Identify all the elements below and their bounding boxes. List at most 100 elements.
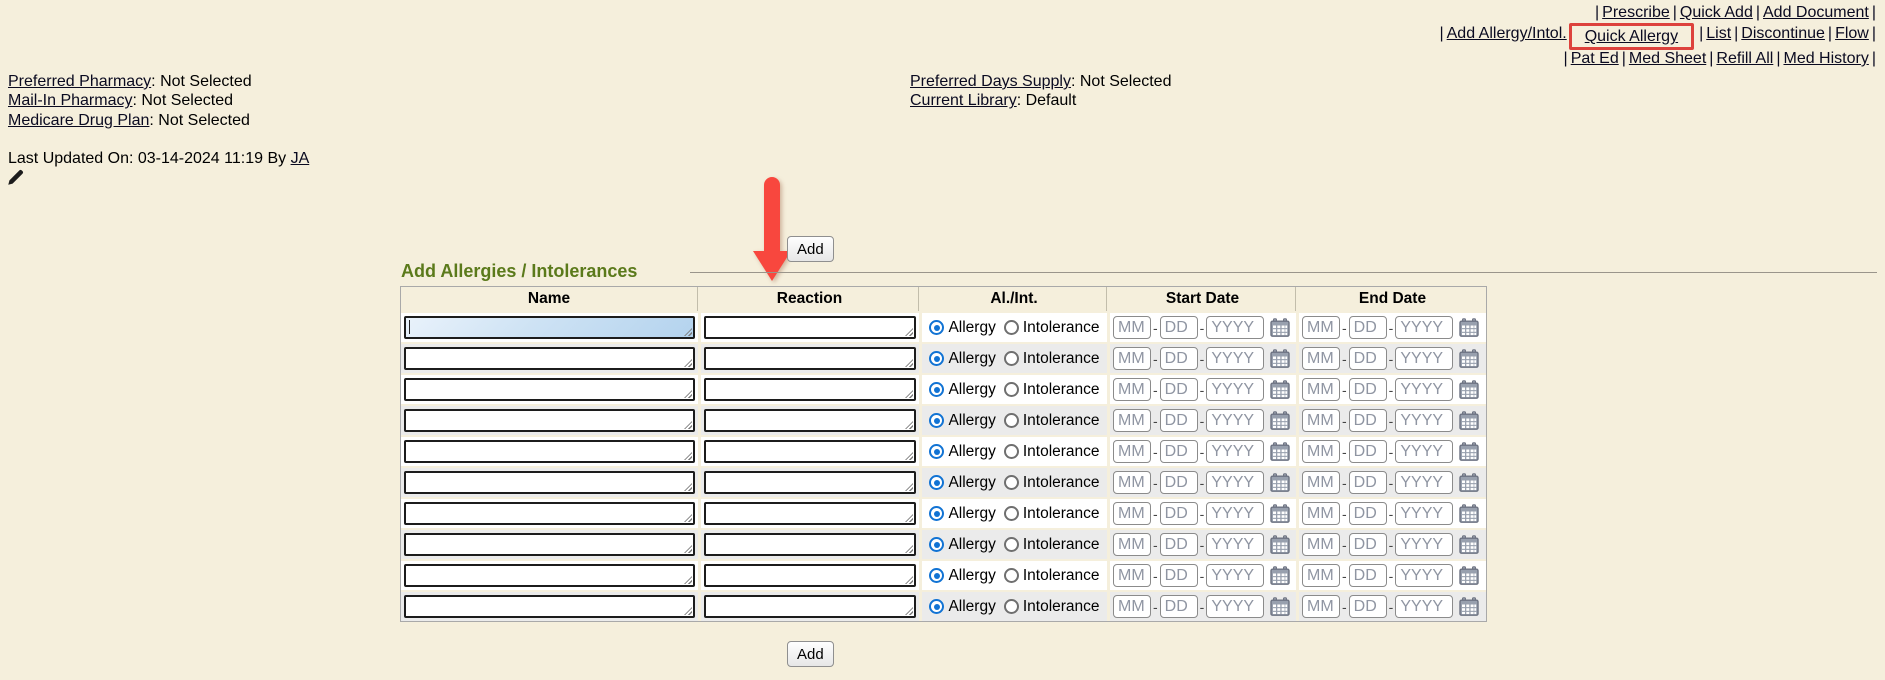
resize-grip-icon[interactable] <box>684 545 692 553</box>
calendar-icon[interactable] <box>1459 597 1479 616</box>
nav-link-add-document[interactable]: Add Document <box>1763 4 1869 21</box>
end-year-input[interactable] <box>1395 347 1453 370</box>
calendar-icon[interactable] <box>1270 380 1290 399</box>
start-day-input[interactable] <box>1160 502 1198 525</box>
resize-grip-icon[interactable] <box>905 514 913 522</box>
resize-grip-icon[interactable] <box>905 328 913 336</box>
end-month-input[interactable] <box>1302 533 1340 556</box>
start-day-input[interactable] <box>1160 533 1198 556</box>
calendar-icon[interactable] <box>1459 473 1479 492</box>
start-day-input[interactable] <box>1160 595 1198 618</box>
resize-grip-icon[interactable] <box>684 514 692 522</box>
start-month-input[interactable] <box>1113 409 1151 432</box>
nav-link-med-sheet[interactable]: Med Sheet <box>1629 50 1706 67</box>
start-day-input[interactable] <box>1160 409 1198 432</box>
resize-grip-icon[interactable] <box>684 576 692 584</box>
calendar-icon[interactable] <box>1459 318 1479 337</box>
resize-grip-icon[interactable] <box>905 576 913 584</box>
info-link-preferred-pharmacy[interactable]: Preferred Pharmacy <box>8 73 151 90</box>
resize-grip-icon[interactable] <box>905 607 913 615</box>
reaction-input[interactable] <box>704 471 916 494</box>
resize-grip-icon[interactable] <box>684 483 692 491</box>
end-year-input[interactable] <box>1395 471 1453 494</box>
end-day-input[interactable] <box>1349 502 1387 525</box>
end-day-input[interactable] <box>1349 316 1387 339</box>
end-day-input[interactable] <box>1349 533 1387 556</box>
reaction-input[interactable] <box>704 347 916 370</box>
reaction-input[interactable] <box>704 564 916 587</box>
end-day-input[interactable] <box>1349 347 1387 370</box>
intolerance-radio[interactable] <box>1004 506 1019 521</box>
start-month-input[interactable] <box>1113 316 1151 339</box>
calendar-icon[interactable] <box>1270 597 1290 616</box>
allergy-name-input[interactable] <box>404 533 695 556</box>
updated-by-link[interactable]: JA <box>291 150 310 167</box>
start-month-input[interactable] <box>1113 440 1151 463</box>
pencil-icon[interactable] <box>7 168 25 186</box>
nav-link-prescribe[interactable]: Prescribe <box>1602 4 1670 21</box>
end-month-input[interactable] <box>1302 316 1340 339</box>
start-year-input[interactable] <box>1206 440 1264 463</box>
calendar-icon[interactable] <box>1459 535 1479 554</box>
end-month-input[interactable] <box>1302 378 1340 401</box>
calendar-icon[interactable] <box>1270 442 1290 461</box>
resize-grip-icon[interactable] <box>684 421 692 429</box>
allergy-name-input[interactable] <box>404 564 695 587</box>
calendar-icon[interactable] <box>1459 504 1479 523</box>
allergy-name-input[interactable] <box>404 409 695 432</box>
nav-link-refill-all[interactable]: Refill All <box>1716 50 1773 67</box>
end-month-input[interactable] <box>1302 595 1340 618</box>
reaction-input[interactable] <box>704 440 916 463</box>
intolerance-radio[interactable] <box>1004 568 1019 583</box>
calendar-icon[interactable] <box>1459 380 1479 399</box>
start-year-input[interactable] <box>1206 471 1264 494</box>
start-year-input[interactable] <box>1206 533 1264 556</box>
add-button-bottom[interactable]: Add <box>787 641 834 667</box>
end-year-input[interactable] <box>1395 316 1453 339</box>
info-link-preferred-days-supply[interactable]: Preferred Days Supply <box>910 73 1071 90</box>
allergy-radio[interactable] <box>929 599 944 614</box>
start-month-input[interactable] <box>1113 378 1151 401</box>
resize-grip-icon[interactable] <box>905 390 913 398</box>
start-month-input[interactable] <box>1113 502 1151 525</box>
resize-grip-icon[interactable] <box>905 545 913 553</box>
end-year-input[interactable] <box>1395 440 1453 463</box>
intolerance-radio[interactable] <box>1004 413 1019 428</box>
resize-grip-icon[interactable] <box>905 421 913 429</box>
resize-grip-icon[interactable] <box>684 452 692 460</box>
start-year-input[interactable] <box>1206 347 1264 370</box>
nav-link-med-history[interactable]: Med History <box>1783 50 1868 67</box>
reaction-input[interactable] <box>704 409 916 432</box>
start-day-input[interactable] <box>1160 316 1198 339</box>
allergy-name-input[interactable] <box>404 471 695 494</box>
allergy-name-input[interactable] <box>404 502 695 525</box>
allergy-name-input[interactable] <box>404 595 695 618</box>
end-day-input[interactable] <box>1349 595 1387 618</box>
add-button-top[interactable]: Add <box>787 236 834 262</box>
end-month-input[interactable] <box>1302 440 1340 463</box>
allergy-radio[interactable] <box>929 382 944 397</box>
start-month-input[interactable] <box>1113 347 1151 370</box>
resize-grip-icon[interactable] <box>905 359 913 367</box>
reaction-input[interactable] <box>704 595 916 618</box>
nav-link-pat-ed[interactable]: Pat Ed <box>1571 50 1619 67</box>
nav-link-list[interactable]: List <box>1706 25 1731 42</box>
end-day-input[interactable] <box>1349 409 1387 432</box>
nav-link-add-allergy-intol[interactable]: Add Allergy/Intol. <box>1447 25 1567 42</box>
reaction-input[interactable] <box>704 533 916 556</box>
end-year-input[interactable] <box>1395 378 1453 401</box>
reaction-input[interactable] <box>704 502 916 525</box>
end-year-input[interactable] <box>1395 595 1453 618</box>
allergy-radio[interactable] <box>929 568 944 583</box>
allergy-radio[interactable] <box>929 506 944 521</box>
resize-grip-icon[interactable] <box>905 483 913 491</box>
nav-link-flow[interactable]: Flow <box>1835 25 1869 42</box>
allergy-name-input[interactable] <box>404 440 695 463</box>
start-year-input[interactable] <box>1206 378 1264 401</box>
start-day-input[interactable] <box>1160 564 1198 587</box>
calendar-icon[interactable] <box>1270 473 1290 492</box>
calendar-icon[interactable] <box>1270 504 1290 523</box>
calendar-icon[interactable] <box>1459 349 1479 368</box>
start-day-input[interactable] <box>1160 378 1198 401</box>
end-month-input[interactable] <box>1302 409 1340 432</box>
